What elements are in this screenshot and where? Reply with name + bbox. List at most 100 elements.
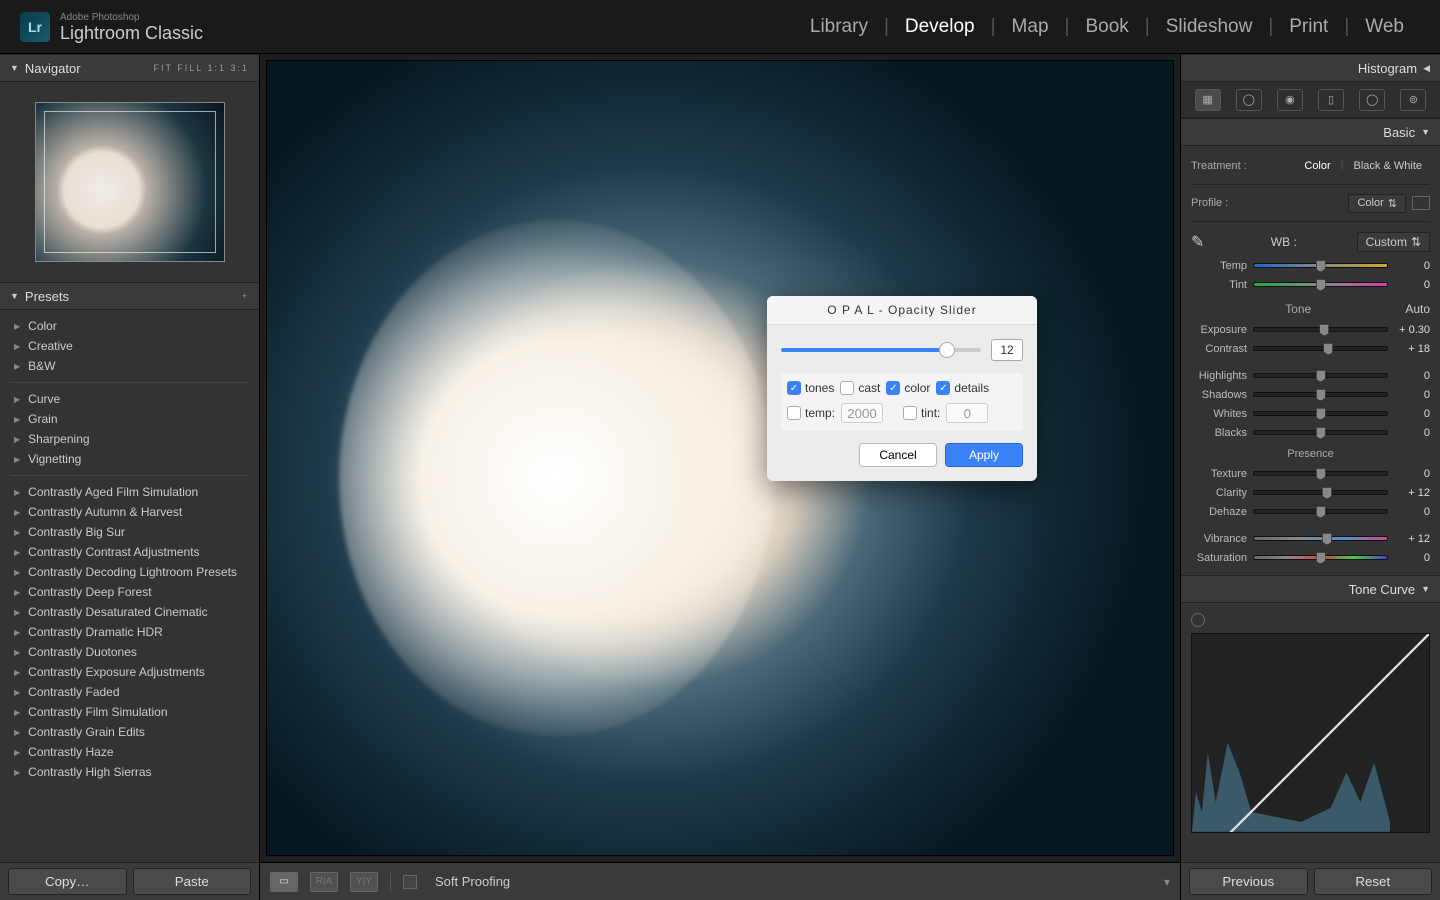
preset-folder[interactable]: ▶Curve — [8, 389, 251, 409]
preset-folder[interactable]: ▶Contrastly Autumn & Harvest — [8, 502, 251, 522]
temp-value[interactable]: 0 — [1394, 260, 1430, 272]
preset-folder[interactable]: ▶Vignetting — [8, 449, 251, 469]
loupe-view-icon[interactable]: ▭ — [270, 872, 298, 892]
preset-folder[interactable]: ▶Contrastly Big Sur — [8, 522, 251, 542]
opacity-slider-thumb[interactable] — [939, 342, 955, 358]
exposure-value[interactable]: + 0.30 — [1394, 324, 1430, 336]
reset-button[interactable]: Reset — [1314, 868, 1433, 895]
before-after-tb-icon[interactable]: Y|Y — [350, 872, 378, 892]
details-checkbox[interactable]: details — [936, 381, 989, 395]
navigator-header[interactable]: ▼ Navigator FIT FILL 1:1 3:1 — [0, 54, 259, 82]
temp-input[interactable] — [841, 403, 883, 423]
preset-folder[interactable]: ▶Creative — [8, 336, 251, 356]
blacks-slider[interactable] — [1253, 430, 1388, 435]
target-adjust-icon[interactable] — [1191, 613, 1205, 627]
previous-button[interactable]: Previous — [1189, 868, 1308, 895]
vibrance-value[interactable]: + 12 — [1394, 533, 1430, 545]
module-slideshow[interactable]: Slideshow — [1150, 16, 1269, 38]
redeye-tool-icon[interactable]: ◉ — [1277, 89, 1303, 111]
shadows-value[interactable]: 0 — [1394, 389, 1430, 401]
dehaze-slider[interactable] — [1253, 509, 1388, 514]
contrast-value[interactable]: + 18 — [1394, 343, 1430, 355]
eyedropper-icon[interactable]: ✎ — [1191, 232, 1211, 252]
module-library[interactable]: Library — [794, 16, 884, 38]
cancel-button[interactable]: Cancel — [859, 443, 937, 467]
highlights-value[interactable]: 0 — [1394, 370, 1430, 382]
grad-filter-icon[interactable]: ▯ — [1318, 89, 1344, 111]
toolbar-menu-icon[interactable]: ▾ — [1164, 875, 1170, 889]
treatment-color[interactable]: Color — [1296, 158, 1338, 174]
soft-proof-checkbox[interactable] — [403, 875, 417, 889]
clarity-slider[interactable] — [1253, 490, 1388, 495]
module-map[interactable]: Map — [996, 16, 1065, 38]
color-checkbox[interactable]: color — [886, 381, 930, 395]
tint-input[interactable] — [946, 403, 988, 423]
saturation-slider[interactable] — [1253, 555, 1388, 560]
module-book[interactable]: Book — [1069, 16, 1144, 38]
preset-folder[interactable]: ▶Contrastly Haze — [8, 742, 251, 762]
whites-slider[interactable] — [1253, 411, 1388, 416]
copy-button[interactable]: Copy… — [8, 868, 127, 895]
profile-select[interactable]: Color ⇅ — [1348, 194, 1406, 213]
texture-value[interactable]: 0 — [1394, 468, 1430, 480]
basic-header[interactable]: Basic ▼ — [1181, 118, 1440, 146]
tint-checkbox[interactable]: tint: — [903, 406, 940, 420]
brush-tool-icon[interactable]: ⊚ — [1400, 89, 1426, 111]
crop-tool-icon[interactable]: ▦ — [1195, 89, 1221, 111]
spot-tool-icon[interactable]: ◯ — [1236, 89, 1262, 111]
opacity-value[interactable]: 12 — [991, 339, 1023, 361]
presets-header[interactable]: ▼ Presets + — [0, 282, 259, 310]
tint-value[interactable]: 0 — [1394, 279, 1430, 291]
image-canvas[interactable]: O P A L - Opacity Slider 12 tones cast c… — [266, 60, 1174, 856]
blacks-value[interactable]: 0 — [1394, 427, 1430, 439]
module-print[interactable]: Print — [1273, 16, 1344, 38]
profile-browser-icon[interactable] — [1412, 196, 1430, 210]
preset-folder[interactable]: ▶Contrastly Dramatic HDR — [8, 622, 251, 642]
wb-select[interactable]: Custom ⇅ — [1357, 232, 1430, 252]
texture-slider[interactable] — [1253, 471, 1388, 476]
apply-button[interactable]: Apply — [945, 443, 1023, 467]
preset-folder[interactable]: ▶Grain — [8, 409, 251, 429]
module-develop[interactable]: Develop — [889, 16, 991, 38]
tones-checkbox[interactable]: tones — [787, 381, 834, 395]
clarity-value[interactable]: + 12 — [1394, 487, 1430, 499]
navigator-thumbnail[interactable] — [35, 102, 225, 262]
shadows-slider[interactable] — [1253, 392, 1388, 397]
add-preset-icon[interactable]: + — [242, 291, 249, 301]
tint-slider[interactable] — [1253, 282, 1388, 287]
saturation-value[interactable]: 0 — [1394, 552, 1430, 564]
exposure-slider[interactable] — [1253, 327, 1388, 332]
before-after-lr-icon[interactable]: R|A — [310, 872, 338, 892]
paste-button[interactable]: Paste — [133, 868, 252, 895]
whites-value[interactable]: 0 — [1394, 408, 1430, 420]
preset-folder[interactable]: ▶Contrastly Grain Edits — [8, 722, 251, 742]
opacity-slider-track[interactable] — [781, 348, 981, 352]
preset-folder[interactable]: ▶Contrastly Desaturated Cinematic — [8, 602, 251, 622]
preset-folder[interactable]: ▶Sharpening — [8, 429, 251, 449]
preset-folder[interactable]: ▶Contrastly Duotones — [8, 642, 251, 662]
preset-folder[interactable]: ▶Contrastly Exposure Adjustments — [8, 662, 251, 682]
preset-folder[interactable]: ▶Contrastly Aged Film Simulation — [8, 482, 251, 502]
preset-folder[interactable]: ▶Contrastly Deep Forest — [8, 582, 251, 602]
treatment-bw[interactable]: Black & White — [1346, 158, 1430, 174]
tone-curve-header[interactable]: Tone Curve ▼ — [1181, 575, 1440, 603]
preset-folder[interactable]: ▶Contrastly Contrast Adjustments — [8, 542, 251, 562]
temp-slider[interactable] — [1253, 263, 1388, 268]
preset-folder[interactable]: ▶Contrastly High Sierras — [8, 762, 251, 782]
highlights-slider[interactable] — [1253, 373, 1388, 378]
preset-folder[interactable]: ▶B&W — [8, 356, 251, 376]
radial-filter-icon[interactable]: ◯ — [1359, 89, 1385, 111]
preset-folder[interactable]: ▶Color — [8, 316, 251, 336]
dehaze-value[interactable]: 0 — [1394, 506, 1430, 518]
cast-checkbox[interactable]: cast — [840, 381, 880, 395]
preset-folder[interactable]: ▶Contrastly Faded — [8, 682, 251, 702]
preset-folder[interactable]: ▶Contrastly Decoding Lightroom Presets — [8, 562, 251, 582]
temp-checkbox[interactable]: temp: — [787, 406, 835, 420]
auto-tone-button[interactable]: Auto — [1405, 302, 1430, 316]
contrast-slider[interactable] — [1253, 346, 1388, 351]
vibrance-slider[interactable] — [1253, 536, 1388, 541]
tone-curve-graph[interactable] — [1191, 633, 1430, 833]
module-web[interactable]: Web — [1349, 16, 1420, 38]
navigator-zoom-modes[interactable]: FIT FILL 1:1 3:1 — [153, 63, 249, 73]
histogram-header[interactable]: Histogram ◀ — [1181, 54, 1440, 82]
